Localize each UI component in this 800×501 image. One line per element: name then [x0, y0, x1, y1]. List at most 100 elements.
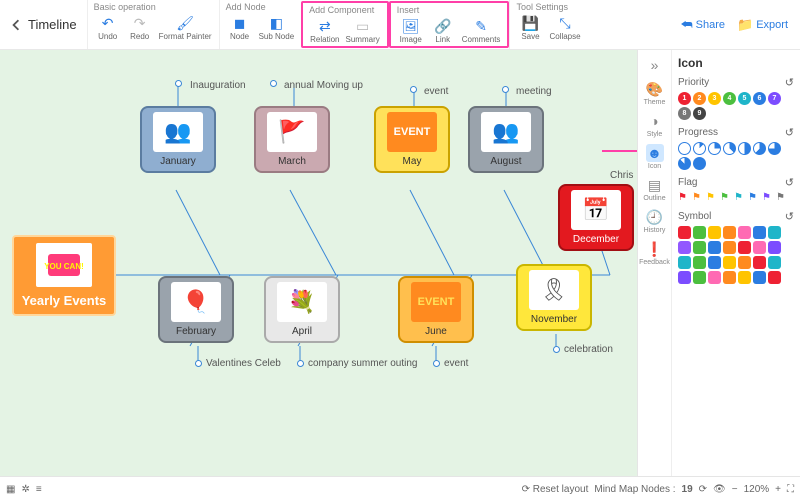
progress-7[interactable]: [678, 157, 691, 170]
symbol-item[interactable]: [753, 256, 766, 269]
collapse-button[interactable]: ⤡Collapse: [548, 13, 581, 43]
symbol-item[interactable]: [753, 271, 766, 284]
progress-5[interactable]: [753, 142, 766, 155]
redo-button[interactable]: ↷Redo: [126, 13, 154, 43]
flag-gray[interactable]: ⚑: [776, 192, 788, 204]
node-june[interactable]: EVENT June: [398, 276, 474, 343]
symbol-item[interactable]: [693, 241, 706, 254]
symbol-item[interactable]: [693, 226, 706, 239]
add-node-button[interactable]: ◼Node: [226, 13, 254, 43]
priority-7[interactable]: 7: [768, 92, 781, 105]
insert-image-button[interactable]: 🖼Image: [397, 16, 425, 46]
priority-8[interactable]: 8: [678, 107, 691, 120]
flag-reset[interactable]: ↺: [785, 176, 794, 189]
priority-2[interactable]: 2: [693, 92, 706, 105]
symbol-item[interactable]: [738, 271, 751, 284]
priority-9[interactable]: 9: [693, 107, 706, 120]
symbol-item[interactable]: [753, 241, 766, 254]
flag-teal[interactable]: ⚑: [734, 192, 746, 204]
symbol-item[interactable]: [693, 271, 706, 284]
flag-purple[interactable]: ⚑: [762, 192, 774, 204]
rail-feedback[interactable]: ❗Feedback: [638, 240, 671, 266]
node-february[interactable]: 🎈 February: [158, 276, 234, 343]
symbol-item[interactable]: [678, 241, 691, 254]
symbol-item[interactable]: [708, 256, 721, 269]
symbol-item[interactable]: [738, 226, 751, 239]
insert-link-button[interactable]: 🔗Link: [429, 16, 457, 46]
flag-blue[interactable]: ⚑: [748, 192, 760, 204]
symbol-item[interactable]: [708, 241, 721, 254]
flag-orange[interactable]: ⚑: [692, 192, 704, 204]
save-button[interactable]: 💾Save: [516, 13, 544, 43]
refresh-icon[interactable]: ⟳: [699, 484, 707, 495]
priority-4[interactable]: 4: [723, 92, 736, 105]
symbol-item[interactable]: [678, 256, 691, 269]
flag-red[interactable]: ⚑: [678, 192, 690, 204]
symbol-item[interactable]: [723, 226, 736, 239]
eye-icon[interactable]: 👁: [713, 484, 726, 495]
node-march[interactable]: 🚩 March: [254, 106, 330, 173]
progress-6[interactable]: [768, 142, 781, 155]
relation-button[interactable]: ⇄Relation: [309, 16, 340, 46]
zoom-out[interactable]: −: [732, 484, 738, 495]
fullscreen-button[interactable]: ⛶: [787, 484, 794, 495]
symbol-reset[interactable]: ↺: [785, 210, 794, 223]
rail-outline[interactable]: ▤Outline: [638, 176, 671, 202]
symbol-item[interactable]: [723, 271, 736, 284]
symbol-item[interactable]: [768, 241, 781, 254]
comments-button[interactable]: ✎Comments: [461, 16, 502, 46]
view-mode-1[interactable]: ▦: [6, 484, 15, 495]
symbol-item[interactable]: [678, 271, 691, 284]
flag-green[interactable]: ⚑: [720, 192, 732, 204]
view-mode-2[interactable]: ✲: [21, 484, 29, 495]
symbol-item[interactable]: [708, 226, 721, 239]
symbol-item[interactable]: [738, 241, 751, 254]
priority-3[interactable]: 3: [708, 92, 721, 105]
flag-yellow[interactable]: ⚑: [706, 192, 718, 204]
progress-0[interactable]: [678, 142, 691, 155]
panel-toggle[interactable]: »: [638, 56, 671, 74]
root-node[interactable]: YOU CAN! Yearly Events: [12, 235, 116, 316]
rail-style[interactable]: ◑Style: [638, 112, 671, 138]
symbol-item[interactable]: [753, 226, 766, 239]
symbol-item[interactable]: [708, 271, 721, 284]
view-mode-3[interactable]: ≡: [36, 484, 42, 495]
node-may[interactable]: EVENT May: [374, 106, 450, 173]
rail-history[interactable]: 🕘History: [638, 208, 671, 234]
symbol-item[interactable]: [678, 226, 691, 239]
symbol-item[interactable]: [693, 256, 706, 269]
priority-1[interactable]: 1: [678, 92, 691, 105]
back-button[interactable]: Timeline: [8, 0, 87, 49]
node-january[interactable]: 👥 January: [140, 106, 216, 173]
priority-5[interactable]: 5: [738, 92, 751, 105]
progress-1[interactable]: [693, 142, 706, 155]
mindmap-canvas[interactable]: YOU CAN! Yearly Events Inauguration 👥 Ja…: [0, 50, 637, 476]
node-december[interactable]: 📅 December: [558, 184, 634, 251]
rail-theme[interactable]: 🎨Theme: [638, 80, 671, 106]
progress-2[interactable]: [708, 142, 721, 155]
symbol-item[interactable]: [738, 256, 751, 269]
progress-reset[interactable]: ↺: [785, 126, 794, 139]
priority-reset[interactable]: ↺: [785, 76, 794, 89]
node-august[interactable]: 👥 August: [468, 106, 544, 173]
symbol-item[interactable]: [723, 256, 736, 269]
zoom-in[interactable]: +: [775, 484, 781, 495]
rail-icon[interactable]: ☻Icon: [638, 144, 671, 170]
add-subnode-button[interactable]: ◧Sub Node: [258, 13, 296, 43]
symbol-item[interactable]: [768, 226, 781, 239]
progress-8[interactable]: [693, 157, 706, 170]
priority-6[interactable]: 6: [753, 92, 766, 105]
undo-button[interactable]: ↶Undo: [94, 13, 122, 43]
node-april[interactable]: 💐 April: [264, 276, 340, 343]
export-button[interactable]: 📁Export: [737, 17, 788, 33]
format-painter-button[interactable]: 🖌Format Painter: [158, 13, 213, 43]
node-november[interactable]: 🎗 November: [516, 264, 592, 331]
summary-button[interactable]: ▭Summary: [345, 16, 381, 46]
symbol-item[interactable]: [723, 241, 736, 254]
reset-layout-button[interactable]: ⟳ Reset layout: [522, 484, 589, 495]
progress-3[interactable]: [723, 142, 736, 155]
share-button[interactable]: ⮪Share: [681, 17, 725, 33]
symbol-item[interactable]: [768, 256, 781, 269]
symbol-item[interactable]: [768, 271, 781, 284]
progress-4[interactable]: [738, 142, 751, 155]
